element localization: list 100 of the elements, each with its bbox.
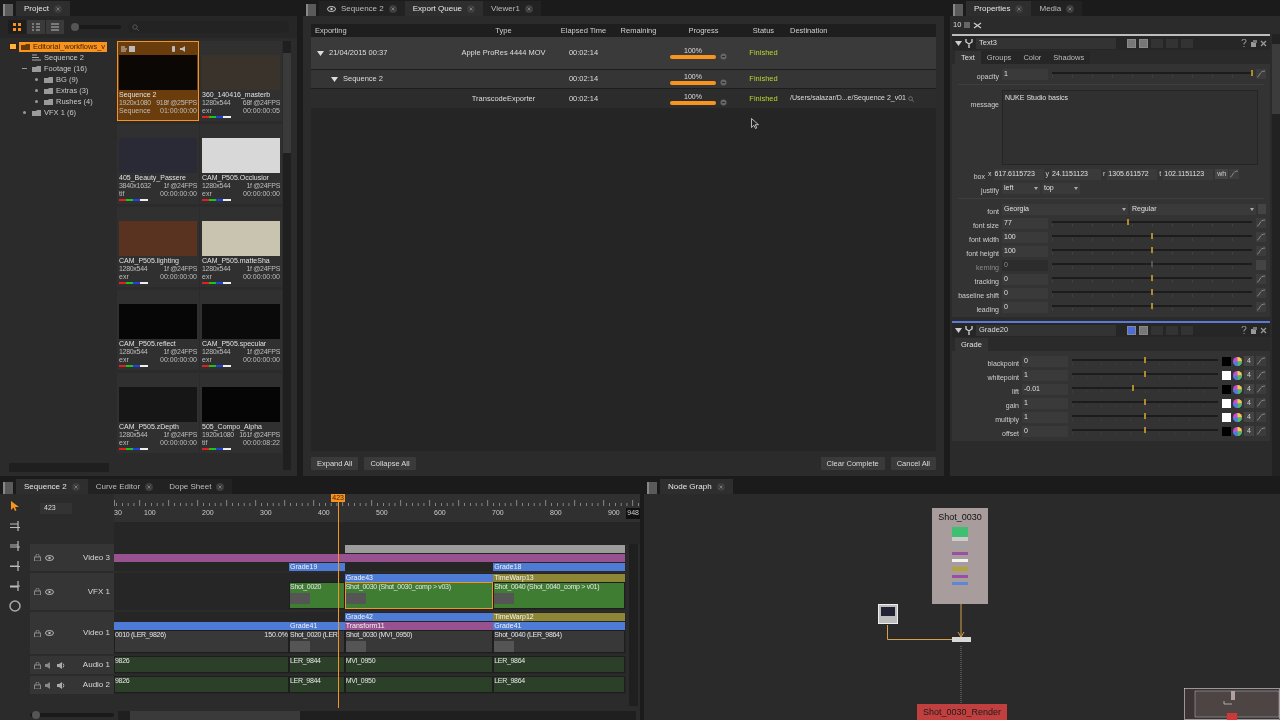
select-tool-icon[interactable] xyxy=(9,500,21,512)
search-icon[interactable] xyxy=(907,95,914,102)
slider[interactable] xyxy=(1072,425,1218,437)
panel-menu-icon[interactable] xyxy=(3,482,13,494)
wrench-icon[interactable] xyxy=(965,325,973,335)
slider[interactable] xyxy=(1052,259,1252,271)
slider[interactable] xyxy=(1072,355,1218,367)
close-icon[interactable] xyxy=(1015,4,1024,13)
help-icon[interactable] xyxy=(1241,326,1247,334)
speaker-icon[interactable] xyxy=(57,681,65,689)
color-wheel-icon[interactable] xyxy=(1233,412,1242,422)
animation-curve-icon[interactable] xyxy=(1256,232,1266,242)
eye-icon[interactable] xyxy=(45,554,54,561)
close-icon[interactable] xyxy=(716,482,725,491)
cancel-icon[interactable] xyxy=(720,98,727,106)
panel-tab[interactable]: Curve Editor xyxy=(87,479,162,494)
wrench-icon[interactable] xyxy=(965,38,973,48)
panel-tab[interactable]: Properties xyxy=(966,1,1032,16)
close-icon[interactable] xyxy=(1260,326,1267,334)
panel-tab[interactable]: Sequence 2 xyxy=(319,1,405,16)
zoom-slider-thumb[interactable] xyxy=(71,23,79,31)
animation-curve-icon[interactable] xyxy=(1256,302,1266,312)
panel-tab[interactable]: Export Queue xyxy=(404,1,484,16)
navigator-minimap[interactable] xyxy=(1184,688,1280,720)
float-panel-icon[interactable] xyxy=(1250,39,1257,47)
group-node[interactable]: Shot_0030 xyxy=(932,508,988,604)
close-icon[interactable] xyxy=(388,4,397,13)
close-icon[interactable] xyxy=(145,482,154,491)
horizontal-scrollbar[interactable] xyxy=(118,710,636,720)
slider[interactable] xyxy=(1052,273,1252,285)
animation-curve-icon[interactable] xyxy=(1256,246,1266,256)
slider[interactable] xyxy=(1052,68,1252,80)
close-icon[interactable] xyxy=(71,482,80,491)
eye-icon[interactable] xyxy=(45,588,54,595)
collapse-triangle-icon[interactable] xyxy=(955,326,962,334)
collapse-triangle-icon[interactable] xyxy=(317,49,324,57)
slider[interactable] xyxy=(1072,369,1218,381)
color-swatch[interactable] xyxy=(1222,370,1231,380)
animation-curve-icon[interactable] xyxy=(1256,69,1266,79)
slider[interactable] xyxy=(1072,383,1218,395)
panel-tab[interactable]: Project xyxy=(16,1,70,16)
read-node[interactable] xyxy=(878,604,898,624)
animation-curve-icon[interactable] xyxy=(1256,288,1266,298)
color-wheel-icon[interactable] xyxy=(1233,356,1242,366)
slider[interactable] xyxy=(1052,245,1252,257)
panel-tab[interactable]: Dope Sheet xyxy=(161,479,233,494)
panel-menu-icon[interactable] xyxy=(3,4,13,16)
panel-tab[interactable]: Viewer1 xyxy=(483,1,541,16)
panel-tab[interactable]: Sequence 2 xyxy=(16,479,88,494)
close-icon[interactable] xyxy=(53,4,62,13)
clear-panels-icon[interactable] xyxy=(973,21,983,29)
ripple-tool-icon[interactable] xyxy=(9,540,21,552)
close-icon[interactable] xyxy=(1066,4,1075,13)
panel-menu-icon[interactable] xyxy=(306,4,316,16)
color-swatch[interactable] xyxy=(1222,384,1231,394)
zoom-slider-thumb[interactable] xyxy=(32,711,41,719)
slider[interactable] xyxy=(1052,217,1252,229)
float-panel-icon[interactable] xyxy=(1250,326,1257,334)
animation-curve-icon[interactable] xyxy=(1256,274,1266,284)
track-tool-icon[interactable] xyxy=(9,520,21,532)
panel-tab[interactable]: Media xyxy=(1031,1,1083,16)
list-view-button[interactable] xyxy=(46,20,64,34)
color-wheel-icon[interactable] xyxy=(1233,370,1242,380)
animation-curve-icon[interactable] xyxy=(1256,356,1266,366)
color-swatch[interactable] xyxy=(1222,398,1231,408)
color-swatch[interactable] xyxy=(1222,356,1231,366)
close-icon[interactable] xyxy=(524,4,533,13)
animation-curve-icon[interactable] xyxy=(1256,426,1266,436)
cancel-icon[interactable] xyxy=(720,53,727,60)
eye-icon[interactable] xyxy=(45,630,54,636)
slider[interactable] xyxy=(1072,397,1218,409)
color-swatch[interactable] xyxy=(1222,426,1231,436)
vertical-scrollbar[interactable] xyxy=(283,41,291,470)
slip-tool-icon[interactable] xyxy=(9,560,21,572)
multi-tool-icon[interactable] xyxy=(9,580,21,592)
help-icon[interactable] xyxy=(1241,39,1247,47)
collapse-icon[interactable] xyxy=(9,43,17,50)
record-icon[interactable] xyxy=(57,661,65,669)
close-icon[interactable] xyxy=(1260,39,1267,47)
animation-curve-icon[interactable] xyxy=(1256,370,1266,380)
animation-curve-icon[interactable] xyxy=(1256,384,1266,394)
animation-curve-icon[interactable] xyxy=(1229,169,1240,179)
animation-curve-icon[interactable] xyxy=(1256,218,1266,228)
panel-menu-icon[interactable] xyxy=(953,4,963,16)
playhead-line[interactable] xyxy=(338,502,340,708)
collapse-icon[interactable] xyxy=(21,65,27,72)
speaker-icon[interactable] xyxy=(45,681,53,689)
collapse-triangle-icon[interactable] xyxy=(955,39,962,47)
slider[interactable] xyxy=(1052,301,1252,313)
animation-curve-icon[interactable] xyxy=(1256,412,1266,422)
collapse-triangle-icon[interactable] xyxy=(331,75,338,83)
slider[interactable] xyxy=(1072,411,1218,423)
vertical-scrollbar[interactable] xyxy=(1272,34,1280,476)
render-tool-icon[interactable] xyxy=(9,600,21,612)
color-wheel-icon[interactable] xyxy=(1233,398,1242,408)
panel-tab[interactable]: Node Graph xyxy=(660,479,733,494)
animation-curve-icon[interactable] xyxy=(1256,398,1266,408)
merge-node[interactable] xyxy=(952,637,971,642)
color-swatch[interactable] xyxy=(1222,412,1231,422)
grid-view-button[interactable] xyxy=(8,20,26,34)
